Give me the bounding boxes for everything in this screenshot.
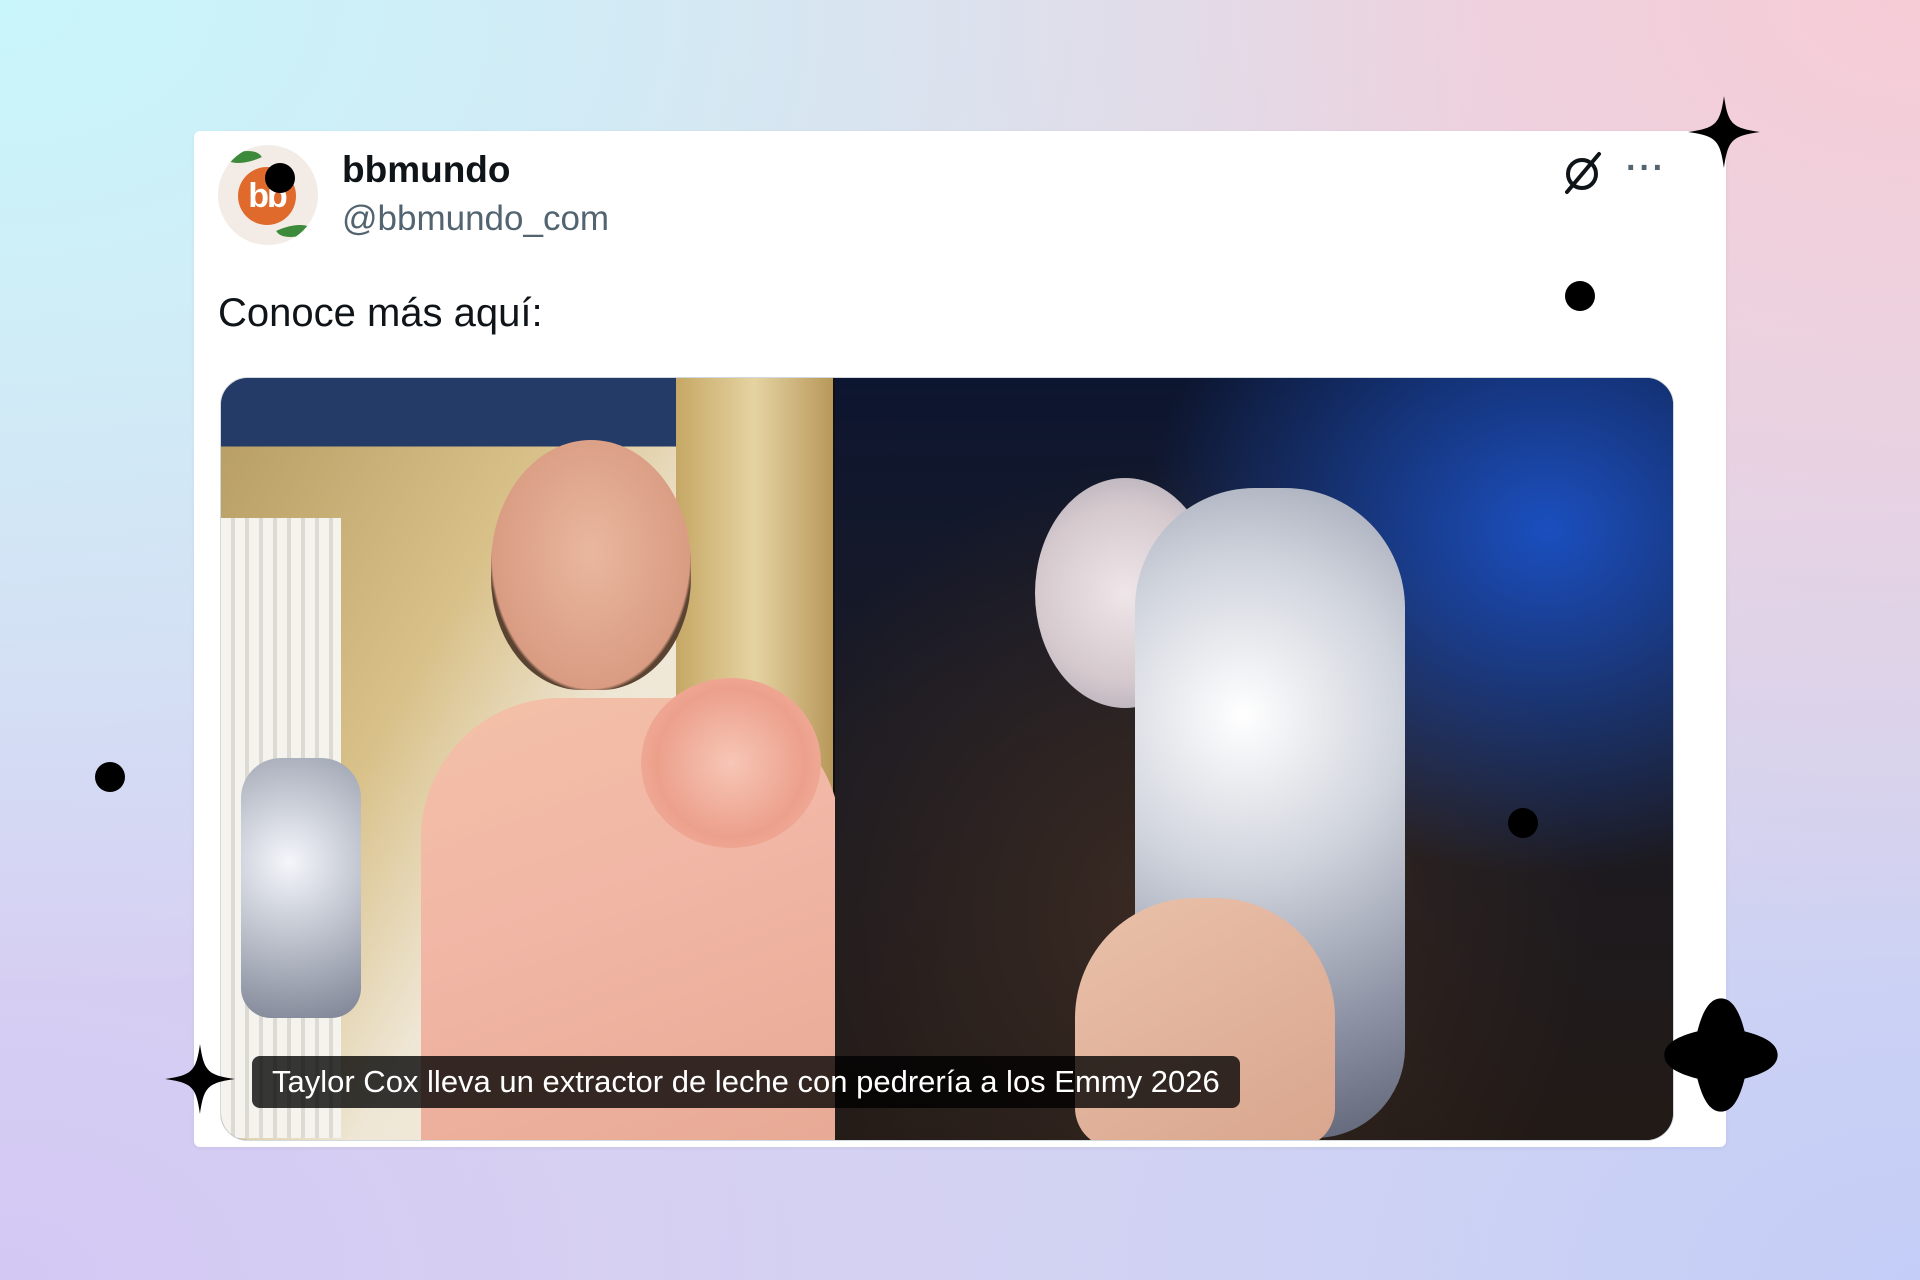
more-icon[interactable]: ··· bbox=[1626, 149, 1666, 188]
leaf-decoration bbox=[224, 145, 262, 172]
jeweled-pump-small bbox=[241, 758, 361, 1018]
decor-dot bbox=[265, 163, 295, 193]
sparkle-icon bbox=[165, 1044, 235, 1114]
decor-dot bbox=[95, 762, 125, 792]
face-shape bbox=[491, 440, 691, 690]
decor-dot bbox=[1565, 281, 1595, 311]
ruffle-shape bbox=[641, 678, 821, 848]
post-card: bb bbmundo @bbmundo_com ··· Conoce más a… bbox=[194, 131, 1726, 1147]
post-text: Conoce más aquí: bbox=[218, 291, 543, 335]
display-name[interactable]: bbmundo bbox=[342, 149, 511, 191]
sparkle-icon bbox=[1688, 96, 1760, 168]
user-handle[interactable]: @bbmundo_com bbox=[342, 199, 609, 239]
avatar[interactable]: bb bbox=[218, 145, 318, 245]
photo-taylor-cox[interactable] bbox=[221, 378, 841, 1140]
photo-jeweled-pump[interactable] bbox=[835, 378, 1673, 1140]
post-media[interactable]: Taylor Cox lleva un extractor de leche c… bbox=[220, 377, 1674, 1141]
media-caption: Taylor Cox lleva un extractor de leche c… bbox=[252, 1056, 1240, 1108]
decor-dot bbox=[1508, 808, 1538, 838]
grok-icon[interactable] bbox=[1559, 150, 1605, 196]
four-point-star-icon bbox=[1664, 998, 1778, 1112]
